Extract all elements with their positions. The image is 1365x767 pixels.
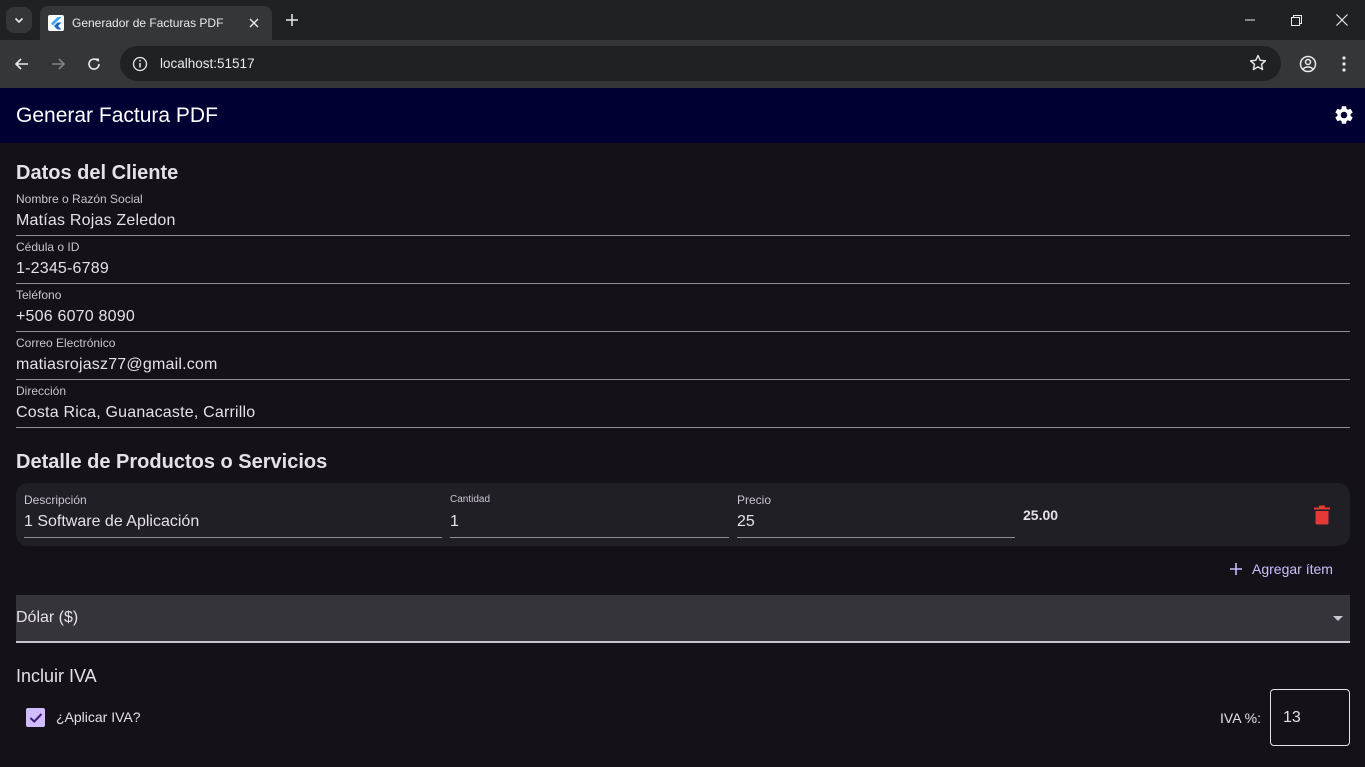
client-email-field[interactable]: Correo Electrónico matiasrojasz77@gmail.…	[16, 332, 1350, 380]
more-vert-icon	[1342, 56, 1346, 72]
restore-icon	[1290, 14, 1302, 26]
minimize-button[interactable]	[1227, 0, 1273, 40]
arrow-left-icon	[14, 58, 28, 70]
forward-button[interactable]	[44, 50, 72, 78]
client-section-title: Datos del Cliente	[16, 162, 179, 184]
field-label: Precio	[737, 493, 772, 507]
products-section-title: Detalle de Productos o Servicios	[16, 451, 328, 473]
field-value: Costa Rica, Guanacaste, Carrillo	[16, 404, 256, 421]
close-icon	[1336, 14, 1348, 26]
check-icon	[29, 712, 42, 723]
browser-tab[interactable]: Generador de Facturas PDF	[40, 6, 272, 40]
field-value: matiasrojasz77@gmail.com	[16, 356, 218, 373]
field-label: Cantidad	[450, 494, 491, 505]
chevron-down-icon	[14, 17, 24, 24]
field-value: Matías Rojas Zeledon	[16, 212, 176, 229]
field-value: 1-2345-6789	[16, 260, 109, 277]
dropdown-arrow-icon	[1333, 616, 1343, 621]
product-item-card: Descripción 1 Software de Aplicación Can…	[16, 483, 1350, 546]
currency-dropdown[interactable]: Dólar ($)	[16, 595, 1350, 643]
plus-icon	[286, 14, 298, 26]
client-id-field[interactable]: Cédula o ID 1-2345-6789	[16, 236, 1350, 284]
arrow-right-icon	[52, 58, 66, 70]
currency-selected-value: Dólar ($)	[16, 609, 79, 626]
new-tab-button[interactable]	[280, 8, 304, 32]
flutter-icon	[48, 15, 64, 31]
item-total: 25.00	[1023, 507, 1059, 523]
field-value: 1 Software de Aplicación	[24, 513, 200, 530]
account-circle-icon	[1299, 55, 1317, 73]
field-value: 1	[450, 513, 459, 530]
plus-icon	[1230, 563, 1242, 575]
browser-menu-button[interactable]	[1330, 50, 1358, 78]
iva-percent-label: IVA %:	[1220, 710, 1261, 726]
client-name-field[interactable]: Nombre o Razón Social Matías Rojas Zeled…	[16, 188, 1350, 236]
gear-icon	[1335, 106, 1353, 124]
tab-title: Generador de Facturas PDF	[72, 16, 224, 30]
add-item-label: Agregar ítem	[1252, 561, 1333, 577]
restore-button[interactable]	[1273, 0, 1319, 40]
tab-search-button[interactable]	[6, 7, 32, 33]
item-quantity-field[interactable]: Cantidad 1	[450, 491, 729, 538]
app-title: Generar Factura PDF	[16, 103, 218, 127]
field-label: Descripción	[24, 493, 87, 507]
bookmark-star-icon[interactable]	[1249, 54, 1267, 72]
add-item-button[interactable]: Agregar ítem	[1222, 554, 1341, 584]
iva-percent-value: 13	[1283, 709, 1301, 726]
field-label: Cédula o ID	[16, 240, 80, 254]
apply-iva-checkbox[interactable]	[26, 708, 45, 727]
browser-tab-strip: Generador de Facturas PDF	[0, 0, 1365, 40]
iva-section-title: Incluir IVA	[16, 666, 97, 686]
client-phone-field[interactable]: Teléfono +506 6070 8090	[16, 284, 1350, 332]
settings-button[interactable]	[1331, 102, 1357, 128]
apply-iva-label: ¿Aplicar IVA?	[56, 709, 141, 725]
profile-button[interactable]	[1294, 50, 1322, 78]
trash-icon	[1314, 505, 1330, 525]
field-label: Nombre o Razón Social	[16, 192, 143, 206]
field-label: Correo Electrónico	[16, 336, 116, 350]
tab-close-icon[interactable]	[246, 15, 262, 31]
reload-button[interactable]	[80, 50, 108, 78]
item-price-field[interactable]: Precio 25	[737, 491, 1015, 538]
url-text: localhost:51517	[160, 56, 255, 71]
info-icon[interactable]	[132, 56, 148, 72]
minimize-icon	[1245, 19, 1255, 21]
back-button[interactable]	[8, 50, 36, 78]
reload-icon	[88, 58, 100, 70]
field-value: +506 6070 8090	[16, 308, 135, 325]
invoice-form: Datos del Cliente Nombre o Razón Social …	[0, 143, 1365, 767]
app-bar: Generar Factura PDF	[0, 88, 1365, 143]
field-value: 25	[737, 513, 755, 530]
browser-toolbar: localhost:51517	[0, 40, 1365, 88]
address-bar[interactable]: localhost:51517	[120, 46, 1281, 81]
delete-item-button[interactable]	[1310, 503, 1334, 527]
close-window-button[interactable]	[1319, 0, 1365, 40]
field-label: Teléfono	[16, 288, 62, 302]
item-description-field[interactable]: Descripción 1 Software de Aplicación	[24, 491, 442, 538]
iva-percent-input[interactable]: 13	[1270, 689, 1350, 746]
client-address-field[interactable]: Dirección Costa Rica, Guanacaste, Carril…	[16, 380, 1350, 428]
field-label: Dirección	[16, 384, 67, 398]
